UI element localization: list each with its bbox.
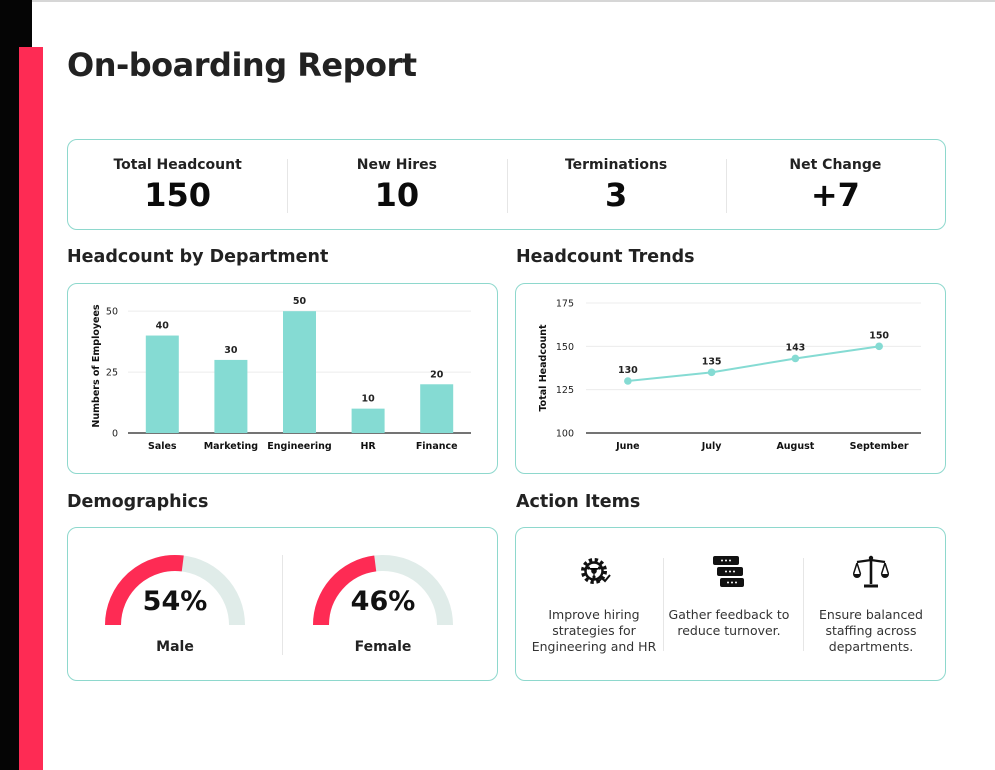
data-label: 130: [618, 365, 638, 376]
data-label: 150: [869, 330, 889, 341]
gear-network-icon: [581, 558, 611, 584]
x-tick-label: Marketing: [204, 441, 258, 452]
demographics-card: 54% Male 46% Female: [67, 527, 498, 681]
data-point: [875, 342, 883, 351]
gauge-label: Male: [156, 639, 194, 655]
action-divider: [803, 558, 804, 651]
data-point: [707, 368, 716, 377]
left-accent-band: [19, 47, 43, 770]
x-tick-label: September: [850, 441, 909, 452]
balance-scale-icon: [853, 555, 889, 588]
y-axis-label: Numbers of Employees: [91, 304, 102, 428]
kpi-terminations: Terminations 3: [506, 156, 726, 214]
y-tick-label: 0: [112, 429, 118, 440]
bar: [214, 359, 248, 433]
gauge-male: 54% Male: [105, 553, 255, 655]
y-tick-label: 150: [556, 342, 574, 353]
bar: [283, 311, 316, 433]
trends-chart-card: 100 125 150 175 Total Headcount 130 June 135 Jul…: [515, 283, 946, 474]
x-tick-label: Sales: [148, 441, 177, 452]
gauge-value: 46%: [350, 586, 416, 617]
data-label: 135: [702, 356, 722, 367]
headcount-by-department-chart: 0 25 50 Numbers of Employees 40 Sales 30 Market…: [91, 296, 471, 452]
kpi-label: Net Change: [789, 156, 882, 173]
x-tick-label: July: [701, 441, 723, 452]
bar: [145, 335, 179, 433]
x-tick-label: August: [776, 441, 814, 452]
top-border-line: [0, 0, 995, 2]
y-axis-label: Total Headcount: [538, 324, 549, 412]
action-items-card: Improve hiring strategies for Engineerin…: [515, 527, 946, 681]
x-tick-label: Engineering: [267, 441, 331, 452]
kpi-label: New Hires: [356, 156, 438, 173]
y-tick-label: 175: [556, 299, 574, 310]
data-label: 40: [156, 321, 170, 332]
kpi-value: 150: [144, 175, 212, 214]
gauge-label: Female: [354, 639, 412, 655]
data-label: 143: [785, 342, 805, 353]
gauge-value: 54%: [142, 586, 208, 617]
data-label: 10: [361, 394, 375, 405]
bar: [420, 384, 454, 433]
y-tick-label: 50: [106, 307, 118, 318]
section-title-demographics: Demographics: [67, 492, 209, 512]
series-line: [627, 345, 880, 382]
demographics-divider: [282, 555, 283, 655]
page-title: On-boarding Report: [67, 46, 417, 84]
data-point: [791, 354, 800, 363]
kpi-value: 3: [604, 175, 628, 214]
x-tick-label: June: [615, 441, 640, 452]
kpi-value: 10: [374, 175, 420, 214]
data-label: 30: [224, 345, 238, 356]
x-tick-label: HR: [360, 441, 376, 452]
data-point: [624, 377, 632, 385]
kpi-value: +7: [810, 175, 860, 214]
section-title-trends: Headcount Trends: [516, 247, 695, 267]
kpi-label: Terminations: [564, 156, 668, 173]
kpi-total-headcount: Total Headcount 150: [68, 156, 287, 214]
department-chart-card: 0 25 50 Numbers of Employees 40 Sales 30 Market…: [67, 283, 498, 474]
headcount-trends-chart: 100 125 150 175 Total Headcount 130 June 135 Jul…: [538, 299, 921, 452]
kpi-summary-card: Total Headcount 150 New Hires 10 Termina…: [67, 139, 946, 230]
gauge-female: 46% Female: [313, 553, 463, 655]
action-text: Gather feedback to reduce turnover.: [668, 607, 790, 638]
y-tick-label: 125: [556, 385, 574, 396]
chat-bubbles-icon: [713, 556, 744, 587]
action-text: Ensure balanced staffing across departme…: [819, 607, 923, 654]
kpi-net-change: Net Change +7: [725, 156, 945, 214]
data-label: 20: [430, 369, 444, 380]
section-title-actions: Action Items: [516, 492, 641, 512]
bar: [351, 408, 385, 433]
kpi-label: Total Headcount: [113, 156, 242, 173]
x-tick-label: Finance: [416, 441, 458, 452]
y-tick-label: 100: [556, 429, 574, 440]
y-tick-label: 25: [106, 368, 118, 379]
data-label: 50: [293, 296, 307, 307]
action-text: Improve hiring strategies for Engineerin…: [531, 607, 657, 654]
section-title-department: Headcount by Department: [67, 247, 329, 267]
kpi-new-hires: New Hires 10: [287, 156, 506, 214]
